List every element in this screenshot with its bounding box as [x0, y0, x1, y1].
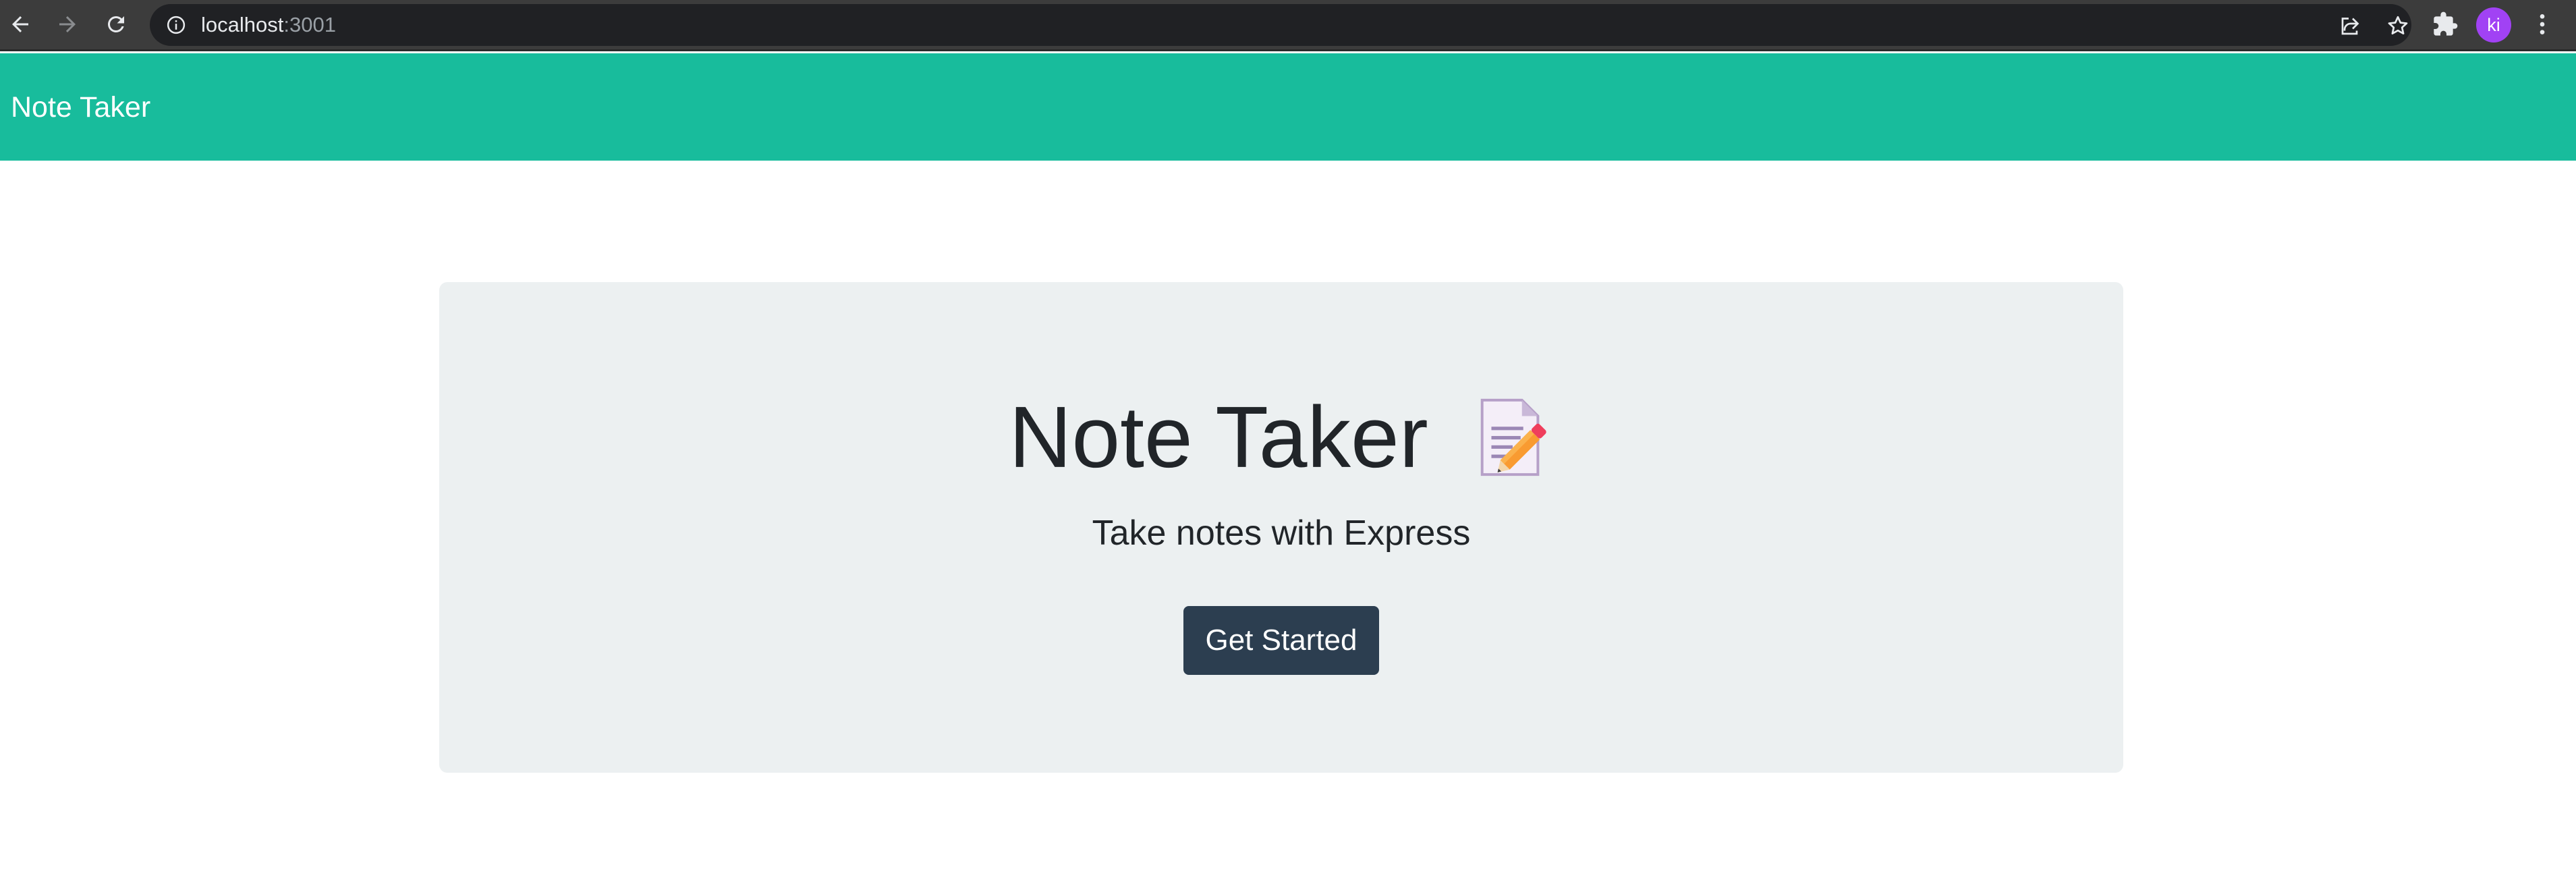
url-host: localhost	[201, 13, 284, 36]
arrow-right-icon	[59, 16, 76, 32]
arrow-left-icon	[12, 16, 28, 32]
reload-button[interactable]	[97, 5, 135, 43]
back-button[interactable]	[1, 5, 39, 43]
hero-lead: Take notes with Express	[1092, 514, 1471, 553]
hero-jumbotron: Note Taker Take notes with Express Get S…	[439, 282, 2123, 773]
profile-avatar[interactable]: ki	[2476, 7, 2511, 43]
memo-icon	[1480, 398, 1546, 476]
reload-icon	[107, 16, 124, 32]
browser-toolbar: localhost:3001 ki	[0, 0, 2576, 51]
navbar-brand[interactable]: Note Taker	[11, 91, 150, 124]
star-icon[interactable]	[2386, 13, 2410, 38]
url-port: :3001	[283, 13, 336, 36]
address-bar[interactable]: localhost:3001	[150, 4, 2411, 46]
url-text[interactable]: localhost:3001	[201, 13, 336, 36]
share-icon[interactable]	[2339, 13, 2363, 38]
info-circle-icon[interactable]	[166, 15, 186, 35]
forward-button[interactable]	[49, 5, 86, 43]
puzzle-icon[interactable]	[2432, 11, 2459, 38]
kebab-menu-icon[interactable]	[2529, 11, 2556, 38]
get-started-button[interactable]: Get Started	[1183, 606, 1379, 675]
navbar: Note Taker	[0, 53, 2576, 161]
hero-title: Note Taker	[439, 380, 2123, 488]
hero-title-text: Note Taker	[1009, 388, 1428, 486]
